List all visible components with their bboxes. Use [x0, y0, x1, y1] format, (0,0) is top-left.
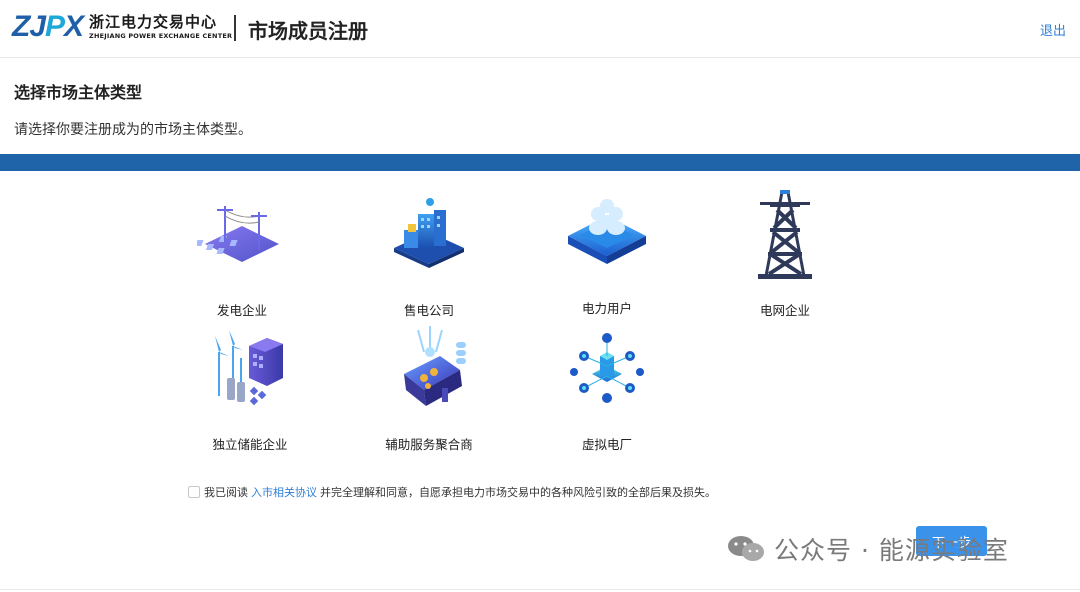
zjpx-logo: ZJPX 浙江电力交易中心 ZHEJIANG POWER EXCHANGE CE… — [12, 10, 232, 44]
agreement-suffix: 并完全理解和同意，自愿承担电力市场交易中的各种风险引致的全部后果及损失。 — [320, 486, 716, 499]
power-user-icon — [568, 199, 646, 264]
electricity-retail-icon — [394, 198, 464, 268]
section-description: 请选择你要注册成为的市场主体类型。 — [14, 122, 252, 138]
entity-label: 售电公司 — [403, 303, 454, 318]
logo-chinese-name: 浙江电力交易中心 — [89, 12, 218, 31]
entity-label: 发电企业 — [216, 303, 267, 318]
logo-mark: ZJPX — [12, 10, 84, 43]
entity-card-virtual-power-plant[interactable]: 虚拟电厂 — [542, 326, 672, 452]
entity-card-electricity-retail[interactable]: 售电公司 — [364, 192, 494, 318]
wechat-icon — [728, 536, 764, 561]
power-generation-icon — [197, 206, 279, 262]
power-grid-tower-icon — [758, 190, 812, 279]
logo-english-name: ZHEJIANG POWER EXCHANGE CENTER — [89, 31, 233, 40]
page-title: 市场成员注册 — [248, 19, 368, 43]
entity-label: 辅助服务聚合商 — [385, 437, 473, 452]
header-divider — [234, 15, 236, 41]
next-step-button[interactable]: 下一步 — [916, 526, 987, 556]
entity-label: 电网企业 — [759, 303, 810, 318]
page-header: ZJPX 浙江电力交易中心 ZHEJIANG POWER EXCHANGE CE… — [0, 0, 1080, 58]
agreement-link[interactable]: 入市相关协议 — [251, 484, 317, 500]
section-title: 选择市场主体类型 — [14, 83, 143, 102]
energy-storage-icon — [215, 330, 283, 406]
logout-link[interactable]: 退出 — [1040, 20, 1066, 39]
ancillary-service-icon — [404, 326, 466, 406]
entity-label: 电力用户 — [581, 301, 632, 316]
bottom-divider — [0, 589, 1080, 590]
entity-label: 虚拟电厂 — [581, 437, 632, 452]
entity-card-ancillary-service[interactable]: 辅助服务聚合商 — [364, 326, 494, 452]
entity-label: 独立储能企业 — [212, 437, 288, 452]
entity-card-energy-storage[interactable]: 独立储能企业 — [185, 326, 315, 452]
entity-card-power-user[interactable]: 电力用户 — [542, 190, 672, 316]
agreement-checkbox[interactable] — [188, 486, 200, 498]
entity-card-power-generation[interactable]: 发电企业 — [177, 192, 307, 318]
agreement-prefix: 我已阅读 — [204, 486, 248, 499]
virtual-power-plant-icon — [570, 333, 644, 403]
section-divider-bar — [0, 154, 1080, 171]
entity-card-power-grid[interactable]: 电网企业 — [720, 190, 850, 318]
agreement-row: 我已阅读 入市相关协议 并完全理解和同意，自愿承担电力市场交易中的各种风险引致的… — [188, 484, 716, 500]
